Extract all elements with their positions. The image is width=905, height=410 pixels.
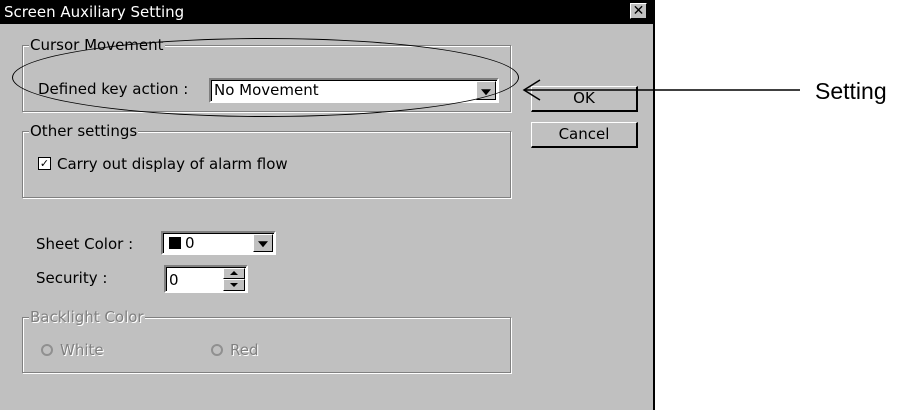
spin-down-icon (230, 283, 238, 287)
alarm-flow-checkbox[interactable]: ✓ (38, 157, 51, 170)
check-icon: ✓ (39, 157, 50, 170)
backlight-color-group-label: Backlight Color (29, 308, 145, 326)
close-icon: ✕ (632, 3, 645, 19)
sheet-color-label: Sheet Color : (36, 235, 134, 253)
setting-annotation-label: Setting (815, 78, 887, 104)
security-spinbox[interactable]: 0 (164, 265, 248, 293)
dialog-title: Screen Auxiliary Setting (4, 3, 185, 21)
sheet-color-dropdown-button[interactable] (253, 234, 273, 252)
highlight-ellipse (12, 38, 519, 117)
security-label: Security : (36, 269, 108, 287)
cancel-button[interactable]: Cancel (531, 122, 638, 148)
backlight-red-label: Red (230, 341, 259, 359)
backlight-white-label: White (60, 341, 104, 359)
security-increment-button[interactable] (223, 268, 245, 279)
sheet-color-select[interactable]: 0 (161, 231, 276, 255)
spin-up-icon (230, 271, 238, 275)
title-bar[interactable]: Screen Auxiliary Setting ✕ (0, 0, 655, 24)
ok-button[interactable]: OK (531, 86, 638, 112)
color-swatch (169, 237, 181, 249)
sheet-color-value: 0 (185, 234, 195, 252)
chevron-down-icon (258, 241, 268, 248)
other-settings-group-label: Other settings (29, 122, 139, 140)
backlight-white-radio[interactable] (41, 344, 53, 356)
alarm-flow-checkbox-label: Carry out display of alarm flow (57, 155, 288, 173)
security-decrement-button[interactable] (223, 279, 245, 291)
security-value: 0 (169, 271, 179, 289)
backlight-red-radio[interactable] (211, 344, 223, 356)
close-button[interactable]: ✕ (630, 3, 647, 19)
